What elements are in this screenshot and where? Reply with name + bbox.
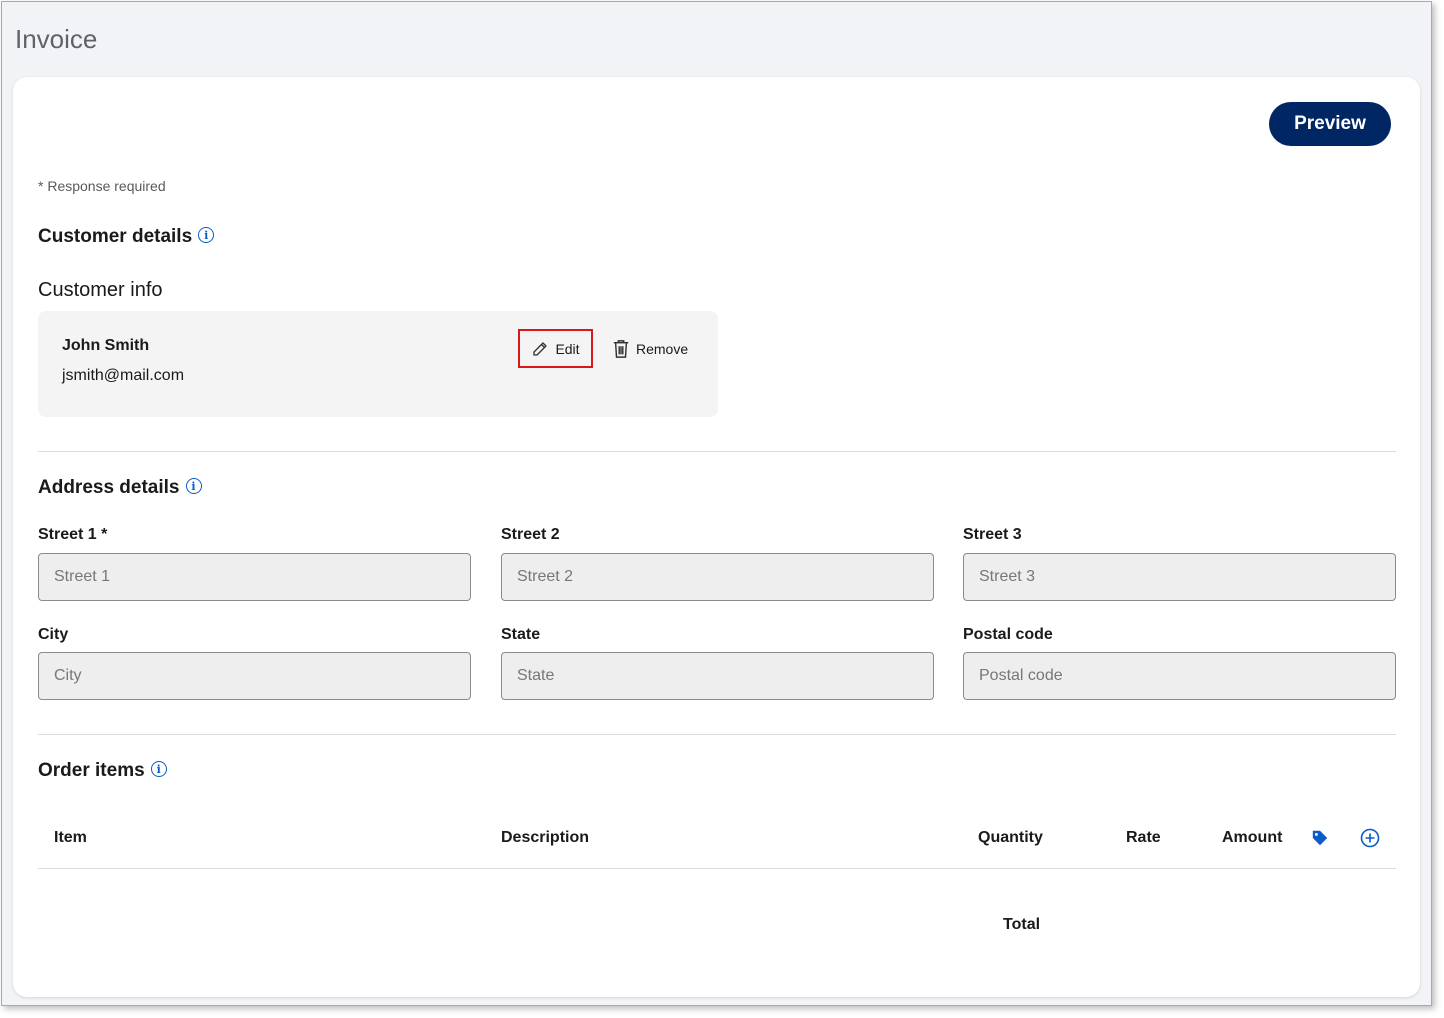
street3-input[interactable]	[963, 553, 1396, 601]
street1-input[interactable]	[38, 553, 471, 601]
street3-label: Street 3	[963, 526, 1022, 543]
column-item: Item	[54, 829, 87, 846]
customer-name: John Smith	[62, 337, 150, 354]
remove-customer-button[interactable]: Remove	[612, 329, 688, 368]
order-items-heading: Order items i	[38, 760, 167, 782]
customer-details-heading: Customer details i	[38, 226, 215, 248]
app-window: Invoice Preview * Response required Cust…	[1, 1, 1432, 1006]
column-description: Description	[501, 829, 590, 846]
edit-label: Edit	[555, 340, 580, 357]
info-icon[interactable]: i	[185, 478, 202, 494]
total-label: Total	[1003, 916, 1041, 933]
customer-card: John Smith jsmith@mail.com Edit Remove	[38, 311, 718, 417]
info-icon[interactable]: i	[150, 761, 167, 777]
pencil-icon	[533, 341, 548, 356]
state-label: State	[501, 626, 541, 643]
edit-customer-button[interactable]: Edit	[518, 329, 593, 368]
postal-code-label: Postal code	[963, 626, 1053, 643]
column-quantity: Quantity	[978, 829, 1043, 846]
section-divider	[38, 734, 1396, 735]
state-input[interactable]	[501, 652, 934, 700]
remove-label: Remove	[636, 340, 689, 357]
city-input[interactable]	[38, 652, 471, 700]
page-title: Invoice	[15, 24, 98, 54]
customer-details-title: Customer details	[38, 226, 193, 247]
column-amount: Amount	[1222, 829, 1283, 846]
section-divider	[38, 451, 1396, 452]
customer-email: jsmith@mail.com	[62, 367, 185, 384]
info-icon[interactable]: i	[198, 227, 215, 243]
plus-circle-icon[interactable]	[1360, 828, 1380, 848]
street2-input[interactable]	[501, 553, 934, 601]
address-details-title: Address details	[38, 477, 180, 498]
table-header-divider	[38, 868, 1396, 869]
customer-info-title: Customer info	[38, 279, 163, 301]
trash-icon	[613, 339, 629, 358]
city-label: City	[38, 626, 69, 643]
street2-label: Street 2	[501, 526, 560, 543]
preview-button[interactable]: Preview	[1269, 102, 1391, 146]
street1-label: Street 1 *	[38, 526, 108, 543]
address-details-heading: Address details i	[38, 477, 202, 499]
order-items-title: Order items	[38, 760, 145, 781]
required-note: * Response required	[38, 178, 166, 194]
column-rate: Rate	[1126, 829, 1161, 846]
invoice-card: Preview * Response required Customer det…	[13, 77, 1420, 997]
postal-code-input[interactable]	[963, 652, 1396, 700]
tag-icon[interactable]	[1311, 829, 1329, 847]
